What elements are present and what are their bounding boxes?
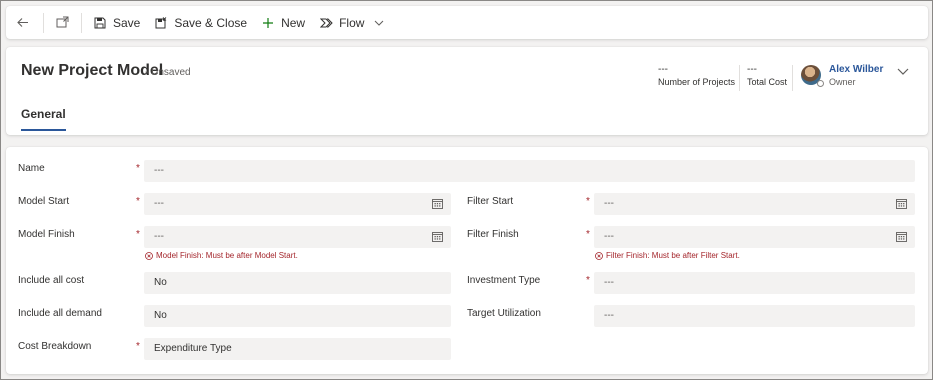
required-indicator: * [586, 275, 590, 286]
include-all-demand-label: Include all demand [18, 308, 102, 319]
model-finish-value: --- [154, 231, 164, 242]
required-indicator: * [586, 196, 590, 207]
name-label: Name [18, 163, 45, 174]
calendar-icon[interactable] [896, 231, 907, 242]
filter-finish-error: Filter Finish: Must be after Filter Star… [595, 251, 740, 260]
plus-icon [261, 16, 275, 30]
record-title: New Project Model [21, 62, 164, 79]
flow-button[interactable]: Flow [312, 6, 391, 39]
investment-type-label: Investment Type [467, 275, 541, 286]
cost-breakdown-field[interactable]: Expenditure Type [144, 338, 451, 360]
filter-start-value: --- [604, 198, 614, 209]
error-icon [145, 251, 153, 260]
calendar-icon[interactable] [896, 198, 907, 209]
cost-breakdown-label: Cost Breakdown [18, 341, 92, 352]
model-start-value: --- [154, 198, 164, 209]
target-utilization-field[interactable]: --- [594, 305, 915, 327]
save-status: - Unsaved [145, 67, 191, 78]
model-finish-error-text: Model Finish: Must be after Model Start. [156, 251, 298, 260]
back-button[interactable] [6, 6, 39, 39]
save-close-label: Save & Close [174, 15, 248, 30]
header-field-value: --- [747, 64, 757, 75]
toolbar-divider [43, 12, 44, 33]
header-field-value: --- [658, 64, 668, 75]
new-button[interactable]: New [254, 6, 312, 39]
new-window-icon [56, 16, 69, 28]
model-start-label: Model Start [18, 196, 70, 207]
back-arrow-icon [17, 18, 28, 27]
flow-icon [319, 16, 333, 30]
required-indicator: * [136, 229, 140, 240]
header-field-number-of-projects: --- Number of Projects [658, 63, 735, 89]
open-in-new-window-button[interactable] [48, 6, 77, 39]
tab-general[interactable]: General [21, 107, 66, 131]
model-start-field[interactable]: --- [144, 193, 451, 215]
header-field-label: Number of Projects [658, 77, 736, 87]
toolbar-divider [81, 12, 82, 33]
model-finish-label: Model Finish [18, 229, 75, 240]
calendar-icon[interactable] [432, 198, 443, 209]
chevron-down-icon[interactable] [895, 63, 911, 79]
filter-start-label: Filter Start [467, 196, 514, 207]
investment-type-field[interactable]: --- [594, 272, 915, 294]
form-header: New Project Model - Unsaved --- Number o… [6, 47, 928, 135]
required-indicator: * [136, 196, 140, 207]
chevron-down-icon[interactable] [374, 18, 384, 28]
general-section: Name * --- Model Start * --- Model Finis… [6, 147, 928, 374]
command-bar: Save Save & Close New Flow [6, 6, 928, 39]
new-label: New [281, 15, 306, 30]
header-divider [792, 65, 793, 91]
save-close-icon [154, 16, 168, 30]
save-and-close-button[interactable]: Save & Close [147, 6, 254, 39]
presence-status-icon [817, 80, 824, 87]
filter-finish-error-text: Filter Finish: Must be after Filter Star… [606, 251, 740, 260]
filter-start-field[interactable]: --- [594, 193, 915, 215]
header-field-total-cost: --- Total Cost [747, 63, 787, 89]
save-icon [93, 16, 107, 30]
model-finish-field[interactable]: --- [144, 226, 451, 248]
error-icon [595, 251, 603, 260]
filter-finish-label: Filter Finish [467, 229, 519, 240]
owner-label: Owner [829, 77, 856, 87]
target-utilization-label: Target Utilization [467, 308, 541, 319]
calendar-icon[interactable] [432, 231, 443, 242]
owner-name-link[interactable]: Alex Wilber [829, 64, 883, 75]
flow-label: Flow [339, 15, 365, 30]
name-field[interactable]: --- [144, 160, 915, 182]
header-field-label: Total Cost [747, 77, 788, 87]
required-indicator: * [136, 341, 140, 352]
include-all-cost-field[interactable]: No [144, 272, 451, 294]
save-label: Save [113, 15, 141, 30]
header-divider [739, 65, 740, 91]
required-indicator: * [586, 229, 590, 240]
include-all-cost-label: Include all cost [18, 275, 85, 286]
filter-finish-field[interactable]: --- [594, 226, 915, 248]
save-button[interactable]: Save [86, 6, 147, 39]
filter-finish-value: --- [604, 231, 614, 242]
model-finish-error: Model Finish: Must be after Model Start. [145, 251, 298, 260]
include-all-demand-field[interactable]: No [144, 305, 451, 327]
required-indicator: * [136, 163, 140, 174]
